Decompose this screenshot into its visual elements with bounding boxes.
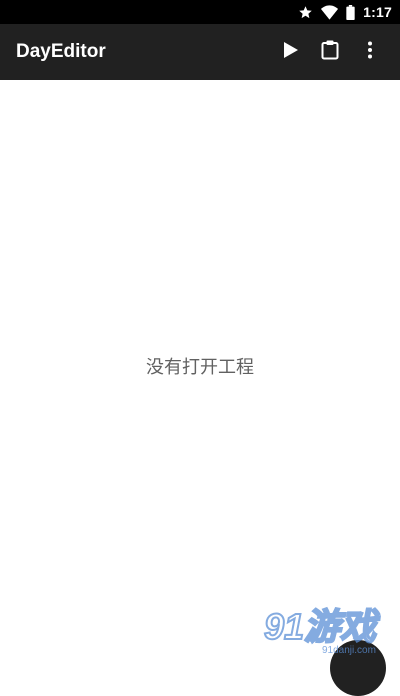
main-content: 没有打开工程: [0, 80, 400, 661]
app-toolbar: DayEditor: [0, 24, 400, 80]
play-icon: [281, 41, 299, 64]
watermark-text: 91游戏: [264, 606, 380, 647]
status-time: 1:17: [363, 4, 392, 20]
status-bar: 1:17: [0, 0, 400, 24]
star-icon: [298, 5, 313, 20]
more-vert-icon: [367, 41, 373, 64]
app-title: DayEditor: [16, 41, 106, 62]
clipboard-icon: [321, 40, 339, 65]
watermark-logo: 91游戏 91danji.com: [263, 605, 381, 655]
clipboard-button[interactable]: [310, 32, 350, 72]
overflow-menu-button[interactable]: [350, 32, 390, 72]
battery-icon: [346, 4, 355, 20]
run-button[interactable]: [270, 32, 310, 72]
empty-state-message: 没有打开工程: [146, 357, 254, 377]
watermark-subtext: 91danji.com: [322, 645, 376, 655]
wifi-icon: [321, 4, 339, 20]
